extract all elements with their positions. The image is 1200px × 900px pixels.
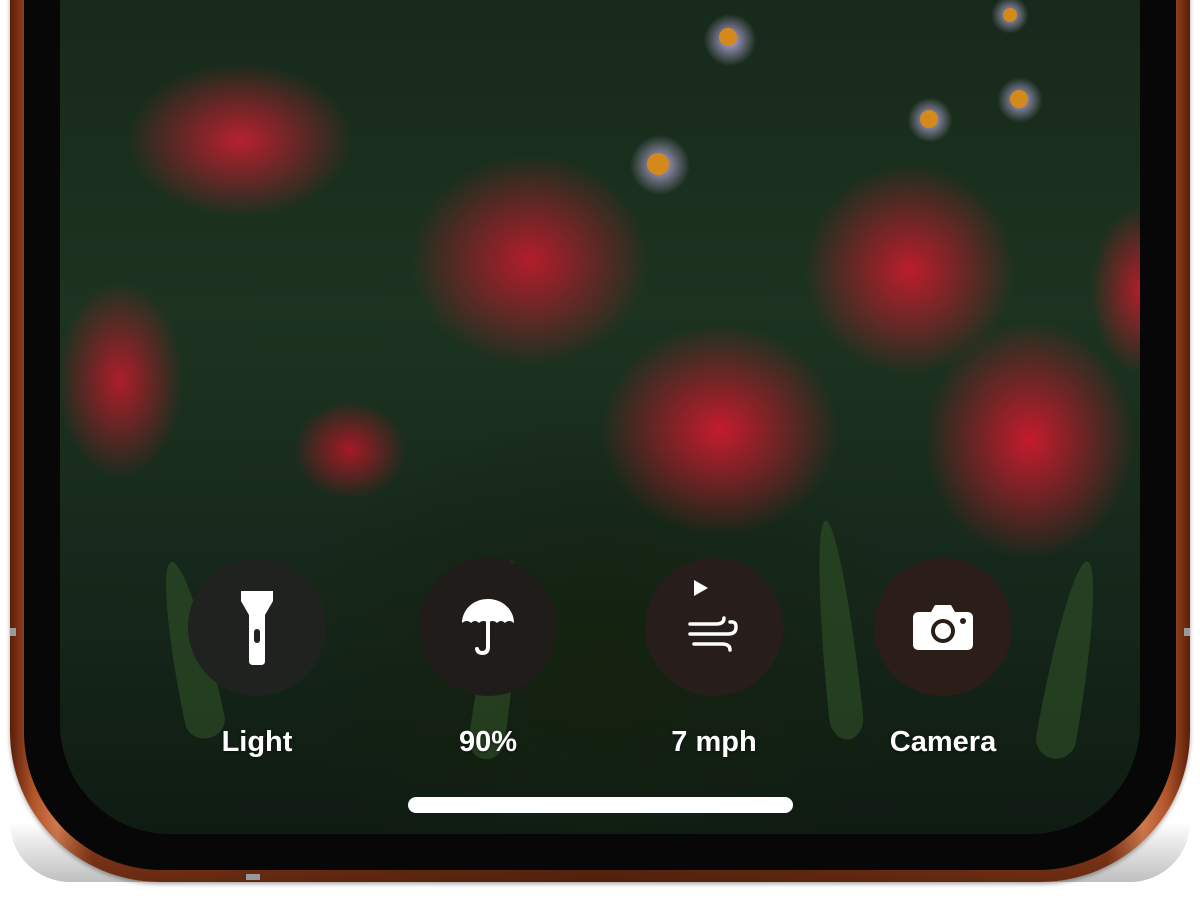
light-control[interactable]: Light: [187, 558, 327, 759]
wind-button[interactable]: [645, 558, 783, 696]
antenna-mark: [246, 874, 260, 880]
wind-control[interactable]: 7 mph: [644, 558, 784, 759]
daisy-center: [719, 28, 737, 46]
home-indicator[interactable]: [408, 797, 793, 813]
flashlight-icon: [241, 591, 273, 665]
daisy-center: [1010, 90, 1028, 108]
daisy-center: [920, 110, 938, 128]
wind-label: 7 mph: [671, 726, 757, 758]
camera-label: Camera: [889, 726, 997, 758]
wind-direction-icon: [694, 580, 708, 596]
side-button-mark-left: [10, 628, 16, 636]
light-label: Light: [221, 726, 293, 758]
camera-control[interactable]: Camera: [873, 558, 1013, 759]
humidity-button[interactable]: [419, 558, 557, 696]
daisy-center: [1003, 8, 1017, 22]
wind-icon: [688, 616, 738, 652]
leaf: [1032, 558, 1108, 762]
camera-button[interactable]: [874, 558, 1012, 696]
humidity-control[interactable]: 90%: [418, 558, 558, 759]
camera-icon: [913, 605, 973, 650]
humidity-label: 90%: [458, 726, 518, 758]
daisy-center: [647, 153, 669, 175]
leaf: [808, 518, 866, 742]
light-button[interactable]: [188, 558, 326, 696]
umbrella-icon: [462, 599, 514, 656]
side-button-mark-right: [1184, 628, 1190, 636]
